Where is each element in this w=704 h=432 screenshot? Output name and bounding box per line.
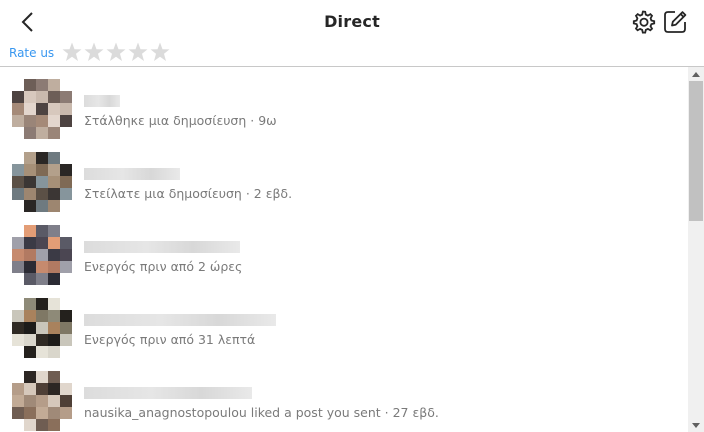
username-blurred bbox=[84, 95, 120, 107]
conversation-row[interactable]: Ενεργός πριν από 2 ώρες bbox=[0, 213, 688, 285]
star-icon[interactable] bbox=[150, 41, 170, 63]
username-blurred bbox=[84, 241, 240, 253]
avatar bbox=[12, 79, 72, 139]
scrollbar-thumb[interactable] bbox=[689, 81, 703, 221]
avatar bbox=[12, 298, 72, 358]
compose-edit-icon bbox=[664, 11, 687, 33]
star-icon[interactable] bbox=[128, 41, 148, 63]
conversation-row[interactable]: Στάλθηκε μια δημοσίευση · 9ω bbox=[0, 67, 688, 139]
scroll-up-arrow[interactable] bbox=[688, 67, 704, 81]
username-blurred bbox=[84, 168, 180, 180]
username-blurred bbox=[84, 387, 252, 399]
message-preview: Στάλθηκε μια δημοσίευση · 9ω bbox=[84, 113, 277, 128]
conversation-list: Στάλθηκε μια δημοσίευση · 9ω Στείλατε μι… bbox=[0, 67, 688, 432]
message-preview: Ενεργός πριν από 31 λεπτά bbox=[84, 332, 256, 347]
rating-bar: Rate us bbox=[0, 40, 704, 66]
conversation-row[interactable]: nausika_anagnostopoulou liked a post you… bbox=[0, 359, 688, 431]
pixelated-avatar bbox=[12, 152, 72, 212]
rate-us-link[interactable]: Rate us bbox=[9, 46, 54, 60]
pixelated-avatar bbox=[12, 225, 72, 285]
top-bar: Direct bbox=[0, 0, 704, 44]
star-icon[interactable] bbox=[62, 41, 82, 63]
avatar bbox=[12, 225, 72, 285]
scroll-down-arrow[interactable] bbox=[688, 418, 704, 432]
gear-icon bbox=[632, 10, 656, 34]
compose-button[interactable] bbox=[662, 9, 688, 35]
settings-button[interactable] bbox=[630, 9, 656, 35]
star-icon[interactable] bbox=[84, 41, 104, 63]
page-title: Direct bbox=[324, 12, 380, 31]
pixelated-avatar bbox=[12, 79, 72, 139]
pixelated-avatar bbox=[12, 371, 72, 431]
vertical-scrollbar[interactable] bbox=[688, 67, 704, 432]
pixelated-avatar bbox=[12, 298, 72, 358]
message-preview: nausika_anagnostopoulou liked a post you… bbox=[84, 405, 439, 420]
star-rating bbox=[62, 41, 170, 63]
avatar bbox=[12, 371, 72, 431]
caret-up-icon bbox=[692, 71, 700, 77]
message-preview: Στείλατε μια δημοσίευση · 2 εβδ. bbox=[84, 186, 293, 201]
caret-down-icon bbox=[692, 422, 700, 428]
message-preview: Ενεργός πριν από 2 ώρες bbox=[84, 259, 243, 274]
star-icon[interactable] bbox=[106, 41, 126, 63]
conversation-row[interactable]: Στείλατε μια δημοσίευση · 2 εβδ. bbox=[0, 140, 688, 212]
conversation-row[interactable]: Ενεργός πριν από 31 λεπτά bbox=[0, 286, 688, 358]
username-blurred bbox=[84, 314, 276, 326]
avatar bbox=[12, 152, 72, 212]
